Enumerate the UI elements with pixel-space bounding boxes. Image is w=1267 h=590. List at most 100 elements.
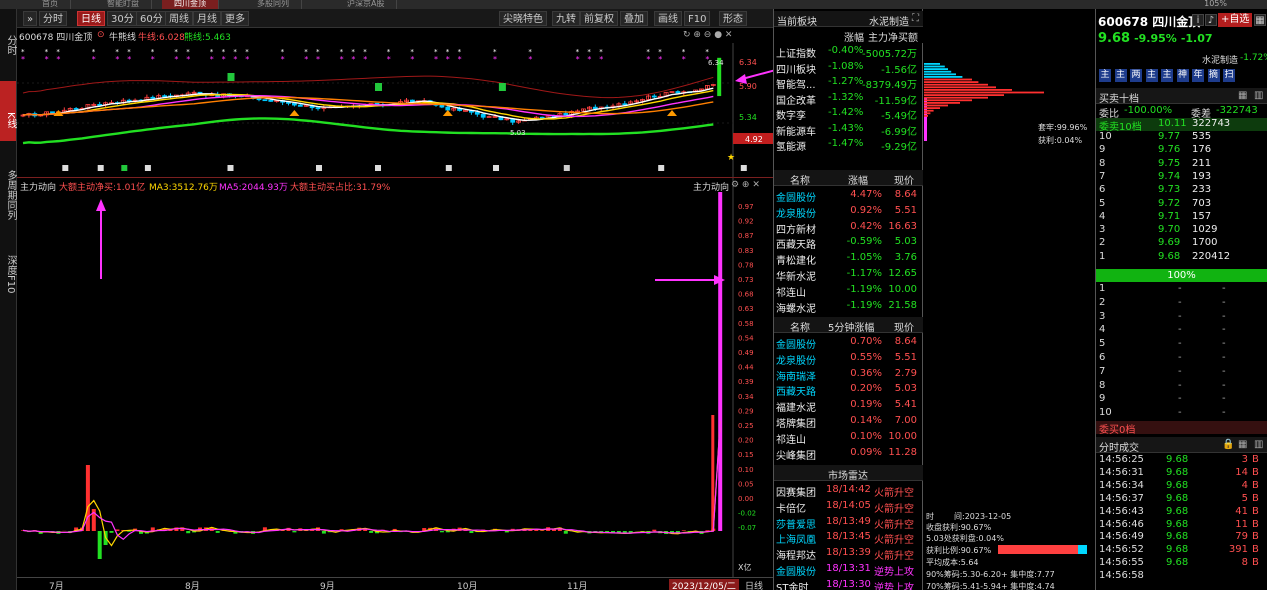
- nav-f10[interactable]: 深度F10: [0, 241, 16, 307]
- ask-row[interactable]: 3 9.70 1029: [1096, 224, 1267, 237]
- expand-icon[interactable]: ⛶: [912, 13, 919, 24]
- grid-icon[interactable]: ▦: [1238, 90, 1247, 101]
- settings-icon[interactable]: ▥: [1254, 90, 1263, 101]
- ask-row[interactable]: 5 9.72 703: [1096, 198, 1267, 211]
- lock-icon[interactable]: 🔒: [1222, 439, 1234, 450]
- ask-row[interactable]: 4 9.71 157: [1096, 211, 1267, 224]
- peer-row[interactable]: 祁连山 -1.19% 10.00: [774, 283, 923, 299]
- pattern-button[interactable]: 形态: [719, 11, 747, 26]
- draw-line-button[interactable]: 画线: [654, 11, 682, 26]
- period-weekly-button[interactable]: 周线: [165, 11, 193, 26]
- period-daily-button[interactable]: 日线: [77, 11, 105, 26]
- radar-row[interactable]: 莎普爱思 18/13:49 火箭升空: [774, 515, 923, 531]
- sector-tag[interactable]: 水泥制造: [1202, 53, 1238, 66]
- special-feature-button[interactable]: 尖晓特色: [499, 11, 547, 26]
- feature-tag[interactable]: 主: [1099, 69, 1111, 82]
- sector-row[interactable]: 氢能源 -1.47% -9.29亿: [774, 137, 923, 153]
- peer-row[interactable]: 西藏天路 -0.59% 5.03: [774, 235, 923, 251]
- nav-timeshare[interactable]: 分时: [0, 31, 16, 59]
- feature-tag[interactable]: 扫: [1223, 69, 1235, 82]
- speed-row[interactable]: 海南瑞泽 0.36% 2.79: [774, 367, 923, 383]
- ask-row[interactable]: 7 9.74 193: [1096, 171, 1267, 184]
- bid-row[interactable]: 9 - -: [1096, 393, 1267, 406]
- sector-row[interactable]: 四川板块 -1.08% -1.56亿: [774, 60, 923, 76]
- sector-name[interactable]: 水泥制造: [869, 13, 909, 28]
- peer-row[interactable]: 龙泉股份 0.92% 5.51: [774, 204, 923, 220]
- grid-icon[interactable]: ▦: [1238, 439, 1247, 450]
- speed-row[interactable]: 尖峰集团 0.09% 11.28: [774, 446, 923, 462]
- feature-tag[interactable]: 主: [1161, 69, 1173, 82]
- tab-multi-stock[interactable]: 多股同列: [245, 0, 302, 9]
- feature-tag[interactable]: 主: [1114, 69, 1127, 82]
- bid-row[interactable]: 7 - -: [1096, 366, 1267, 379]
- nav-multi-period[interactable]: 多周期同列: [0, 164, 16, 226]
- chart-area[interactable]: * * * * * * * * * * * * * * * * * * * * * * * * * * * * * * * * * * * * * * * *…: [17, 43, 788, 580]
- speed-row[interactable]: 金圆股份 0.70% 8.64: [774, 335, 923, 351]
- bid-row[interactable]: 8 - -: [1096, 380, 1267, 393]
- feature-tag[interactable]: 主: [1145, 69, 1158, 82]
- sector-row[interactable]: 上证指数 -0.40% -5005.72万: [774, 44, 923, 60]
- bell-icon[interactable]: ♪: [1205, 14, 1217, 26]
- bid-row[interactable]: 1 - -: [1096, 283, 1267, 296]
- feature-tag[interactable]: 神: [1176, 69, 1189, 82]
- peer-row[interactable]: 华新水泥 -1.17% 12.65: [774, 267, 923, 283]
- ask-row[interactable]: 1 9.68 220412: [1096, 251, 1267, 264]
- refresh-icon[interactable]: ↻ ⊕ ⊖ ● ✕: [683, 30, 732, 40]
- tab-smart-watch[interactable]: 智能盯盘: [95, 0, 152, 9]
- bid-row[interactable]: 3 - -: [1096, 311, 1267, 324]
- period-monthly-button[interactable]: 月线: [193, 11, 221, 26]
- tab-market-a[interactable]: 沪深京A股: [335, 0, 398, 9]
- radar-row[interactable]: 海程邦达 18/13:39 火箭升空: [774, 546, 923, 562]
- orderbook-title[interactable]: 买卖十档: [1099, 90, 1139, 105]
- tab-stock[interactable]: 四川金顶: [162, 0, 219, 9]
- ask-row[interactable]: 10 9.77 535: [1096, 131, 1267, 144]
- peer-row[interactable]: 金圆股份 4.47% 8.64: [774, 188, 923, 204]
- sub-chart-title[interactable]: 主力动向: [20, 180, 56, 193]
- speed-row[interactable]: 福建水泥 0.19% 5.41: [774, 398, 923, 414]
- ask-row[interactable]: 9 9.76 176: [1096, 144, 1267, 157]
- indicator-name[interactable]: 牛熊线: [109, 30, 136, 43]
- bid-row[interactable]: 10 - -: [1096, 407, 1267, 420]
- radar-row[interactable]: 卡倍亿 18/14:05 火箭升空: [774, 499, 923, 515]
- ask-row[interactable]: 6 9.73 233: [1096, 184, 1267, 197]
- settings-icon[interactable]: ▥: [1254, 439, 1263, 450]
- peer-row[interactable]: 青松建化 -1.05% 3.76: [774, 251, 923, 267]
- speed-row[interactable]: 西藏天路 0.20% 5.03: [774, 382, 923, 398]
- sector-row[interactable]: 智能驾... -1.27% -8379.49万: [774, 75, 923, 91]
- gear-icon[interactable]: ⚙ ⊕ ✕: [731, 180, 760, 190]
- radar-row[interactable]: 上海凤凰 18/13:45 火箭升空: [774, 530, 923, 546]
- info-icon[interactable]: i: [1192, 14, 1204, 26]
- period-30min-button[interactable]: 30分: [107, 11, 138, 26]
- trades-title[interactable]: 分时成交: [1099, 439, 1139, 454]
- current-sector-tab[interactable]: 当前板块: [777, 13, 817, 28]
- speed-row[interactable]: 塔牌集团 0.14% 7.00: [774, 414, 923, 430]
- period-timeshare-button[interactable]: 分时: [39, 11, 67, 26]
- overlay-button[interactable]: 叠加: [620, 11, 648, 26]
- tab-home[interactable]: 首页: [30, 0, 71, 9]
- bid-row[interactable]: 6 - -: [1096, 352, 1267, 365]
- kline-svg[interactable]: ****************************************…: [17, 43, 788, 577]
- radar-row[interactable]: 金圆股份 18/13:31 逆势上攻: [774, 562, 923, 578]
- sector-row[interactable]: 国企改革 -1.32% -11.59亿: [774, 91, 923, 107]
- period-60min-button[interactable]: 60分: [136, 11, 167, 26]
- sector-row[interactable]: 新能源车 -1.43% -6.99亿: [774, 122, 923, 138]
- bid-row[interactable]: 4 - -: [1096, 324, 1267, 337]
- speed-row[interactable]: 龙泉股份 0.55% 5.51: [774, 351, 923, 367]
- peer-row[interactable]: 海螺水泥 -1.19% 21.58: [774, 299, 923, 315]
- add-watchlist-button[interactable]: +自选: [1218, 13, 1253, 27]
- collapse-icon[interactable]: »: [23, 11, 38, 26]
- nine-turn-button[interactable]: 九转: [552, 11, 580, 26]
- radar-row[interactable]: 因赛集团 18/14:42 火箭升空: [774, 483, 923, 499]
- feature-tag[interactable]: 年: [1192, 69, 1204, 82]
- fq-button[interactable]: 前复权: [580, 11, 618, 26]
- radar-title[interactable]: 市场雷达: [828, 467, 868, 482]
- peer-row[interactable]: 四方新材 0.42% 16.63: [774, 220, 923, 236]
- feature-tag[interactable]: 两: [1130, 69, 1142, 82]
- chevron-down-icon[interactable]: ⊙: [97, 30, 105, 40]
- speed-row[interactable]: 祁连山 0.10% 10.00: [774, 430, 923, 446]
- period-more-button[interactable]: 更多: [221, 11, 249, 26]
- radar-row[interactable]: ST金时 18/13:30 逆势上攻: [774, 578, 923, 590]
- grid-icon[interactable]: ▦: [1254, 14, 1266, 26]
- bid-row[interactable]: 2 - -: [1096, 297, 1267, 310]
- ask-row[interactable]: 8 9.75 211: [1096, 158, 1267, 171]
